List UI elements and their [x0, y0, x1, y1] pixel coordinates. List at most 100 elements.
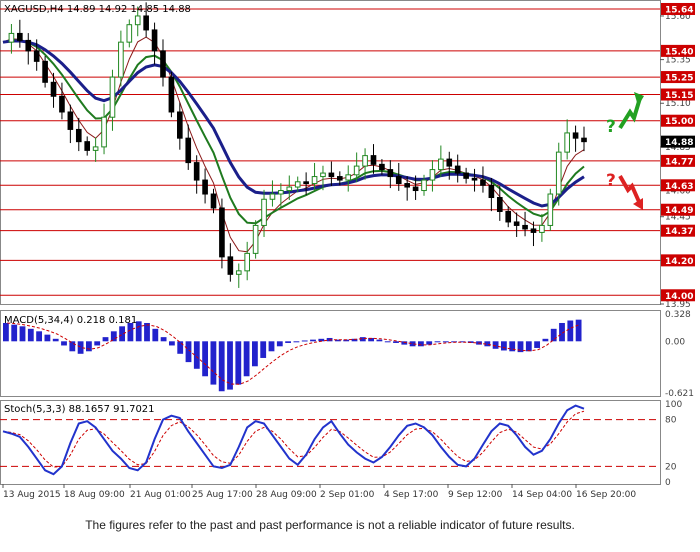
candle-body	[75, 128, 82, 143]
macd-bar	[268, 341, 275, 352]
x-tick-label: 14 Sep 04:00	[512, 490, 572, 500]
candle-body	[134, 15, 141, 26]
candle-body	[168, 76, 175, 113]
signal-up-question: ?	[606, 117, 616, 137]
level-tag-label: 15.00	[665, 117, 693, 127]
candle-body	[463, 172, 469, 179]
macd-bar	[152, 328, 159, 342]
candle-body	[269, 193, 276, 200]
macd-tick-label: 0.00	[665, 337, 685, 347]
macd-bar	[44, 334, 51, 342]
candle-body	[227, 256, 234, 275]
x-tick-label: 13 Aug 2015	[3, 490, 61, 500]
candle-body	[126, 24, 133, 43]
stoch-tick-label: 100	[665, 400, 682, 410]
macd-title: MACD(5,34,4) 0.218 0.181	[4, 315, 137, 326]
forex-chart: ?? 15.6015.3515.1014.8514.6014.4514.2013…	[0, 0, 695, 500]
candle-body	[387, 169, 394, 178]
macd-bar	[202, 341, 209, 377]
stoch-title: Stoch(5,3,3) 88.1657 91.7021	[4, 404, 155, 415]
candle-body	[25, 39, 32, 52]
candle-body	[17, 32, 23, 41]
candle-body	[252, 224, 259, 254]
candle-body	[328, 172, 335, 178]
macd-bar	[534, 341, 541, 348]
stoch-tick-label: 0	[665, 478, 671, 488]
candle-body	[92, 146, 99, 151]
candle-body	[438, 158, 444, 171]
macd-bar	[110, 331, 117, 342]
candle-body	[33, 50, 40, 62]
macd-bar	[86, 341, 92, 352]
macd-tick-label: 0.328	[665, 310, 691, 320]
candle-body	[522, 224, 528, 230]
macd-tick-label: -0.621	[665, 389, 694, 399]
macd-bar	[501, 341, 507, 351]
candle-body	[278, 190, 284, 195]
candle-body	[379, 163, 385, 171]
candle-body	[311, 176, 318, 185]
candle-body	[412, 186, 419, 192]
macd-bar	[542, 338, 549, 342]
candle-body	[84, 141, 91, 151]
current-price-label: 14.88	[665, 138, 693, 148]
x-tick-label: 16 Sep 20:00	[576, 490, 636, 500]
candle-body	[505, 210, 512, 223]
candle-body	[320, 172, 326, 178]
macd-bar	[384, 341, 391, 343]
stoch-tick-label: 20	[665, 462, 677, 472]
candle-body	[345, 174, 352, 181]
macd-bar	[434, 341, 441, 343]
candle-body	[395, 176, 402, 185]
macd-bar	[260, 341, 267, 358]
candle-body	[353, 165, 360, 176]
level-tag-label: 15.15	[665, 91, 693, 101]
candle-body	[219, 207, 225, 258]
level-tag-label: 14.77	[665, 157, 693, 167]
macd-bar	[160, 337, 167, 342]
x-tick-label: 2 Sep 01:00	[320, 490, 375, 500]
candle-body	[160, 50, 166, 78]
macd-bar	[301, 340, 308, 342]
candle-body	[404, 183, 410, 188]
candle-body	[59, 95, 65, 113]
candle-body	[555, 151, 562, 195]
candle-body	[109, 76, 116, 118]
macd-bar	[102, 337, 109, 342]
macd-bar	[575, 319, 582, 342]
x-tick-label: 28 Aug 09:00	[256, 490, 317, 500]
candle-body	[446, 158, 453, 167]
macd-bar	[144, 322, 150, 342]
macd-bar	[19, 326, 26, 342]
candle-body	[581, 137, 587, 143]
macd-bar	[293, 341, 300, 343]
level-tag-label: 14.49	[665, 206, 693, 216]
level-tag-label: 14.20	[665, 257, 693, 267]
candle-body	[471, 177, 478, 181]
x-tick-label: 4 Sep 17:00	[384, 490, 439, 500]
signal-down-question: ?	[606, 171, 616, 191]
candle-body	[235, 270, 242, 275]
x-tick-label: 21 Aug 01:00	[130, 490, 191, 500]
macd-bar	[218, 341, 225, 392]
candle-body	[185, 137, 192, 164]
candle-body	[118, 41, 124, 78]
macd-bar	[393, 341, 399, 343]
macd-bar	[193, 341, 200, 369]
macd-bar	[169, 341, 175, 346]
candle-body	[286, 186, 293, 192]
candle-body	[488, 184, 495, 199]
candle-body	[151, 29, 158, 52]
macd-bar	[177, 341, 184, 354]
level-tag-label: 15.25	[665, 74, 693, 84]
candle-body	[42, 60, 48, 83]
macd-bar	[210, 341, 217, 385]
macd-bar	[11, 324, 18, 342]
macd-bar	[94, 341, 101, 346]
level-tag-label: 15.64	[665, 5, 693, 15]
candle-body	[572, 132, 579, 139]
macd-bar	[36, 331, 43, 342]
candle-body	[261, 198, 267, 226]
candle-body	[539, 224, 545, 233]
candle-body	[496, 197, 503, 212]
